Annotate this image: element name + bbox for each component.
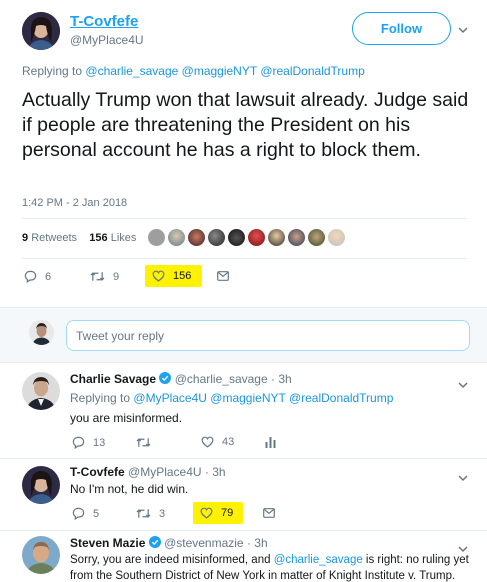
reply-text: you are misinformed.	[70, 411, 183, 425]
like-action[interactable]: 43	[201, 436, 234, 448]
liker-avatar[interactable]	[228, 229, 245, 246]
reply-author-handle[interactable]: @MyPlace4U	[128, 465, 202, 479]
reply-header: T-Covfefe @MyPlace4U · 3h	[70, 465, 226, 479]
retweets-label[interactable]: Retweets	[31, 232, 77, 244]
reply-header: Charlie Savage @charlie_savage · 3h	[70, 372, 292, 386]
reply-count: 13	[93, 436, 106, 449]
follow-button[interactable]: Follow	[352, 12, 451, 45]
mention-link[interactable]: @maggieNYT	[182, 64, 257, 78]
chevron-down-icon[interactable]	[458, 22, 468, 37]
reply-author-handle[interactable]: @charlie_savage	[175, 372, 268, 386]
heart-icon	[200, 507, 213, 519]
liker-avatar[interactable]	[148, 229, 165, 246]
reply-time[interactable]: · 3h	[247, 536, 268, 550]
heart-icon	[201, 436, 214, 448]
likes-count[interactable]: 156	[89, 232, 107, 244]
liker-avatar[interactable]	[248, 229, 265, 246]
reply-author-name[interactable]: Steven Mazie	[70, 536, 145, 550]
analytics-icon	[265, 436, 276, 448]
mention-link[interactable]: @realDonaldTrump	[289, 391, 393, 405]
likes-label[interactable]: Likes	[111, 232, 137, 244]
mention-link[interactable]: @charlie_savage	[274, 554, 363, 566]
direct-message-action[interactable]	[217, 271, 229, 281]
liker-avatar[interactable]	[188, 229, 205, 246]
reply-icon	[72, 507, 85, 520]
divider	[0, 530, 487, 531]
like-action[interactable]: 79	[200, 507, 233, 519]
author-name[interactable]: T-Covfefe	[70, 13, 138, 30]
verified-badge-icon	[148, 536, 161, 548]
liker-avatar[interactable]	[168, 229, 185, 246]
reply-time[interactable]: · 3h	[271, 372, 292, 386]
author-avatar[interactable]	[22, 12, 60, 50]
reply-text-part: is right: no ruling yet	[362, 554, 469, 566]
reply-text-part: Sorry, you are indeed misinformed, and	[70, 554, 274, 566]
tweet-stats: 9 Retweets 156 Likes	[22, 232, 136, 244]
analytics-action[interactable]	[265, 436, 276, 448]
direct-message-action[interactable]	[263, 508, 275, 518]
retweet-count: 9	[113, 270, 120, 283]
reply-avatar[interactable]	[22, 372, 60, 410]
like-action[interactable]: 156	[152, 270, 191, 282]
reply-text: No I'm not, he did win.	[70, 482, 189, 496]
retweets-count[interactable]: 9	[22, 232, 28, 244]
reply-count: 5	[93, 507, 100, 520]
reply-text-line: from the Southern District of New York i…	[70, 570, 456, 582]
verified-badge-icon	[159, 372, 172, 384]
reply-author-name[interactable]: Charlie Savage	[70, 372, 156, 386]
envelope-icon	[217, 271, 229, 281]
replying-to-label: Replying to	[22, 64, 83, 78]
reply-avatar[interactable]	[22, 536, 60, 574]
divider	[22, 218, 467, 219]
retweet-count: 3	[159, 507, 166, 520]
reply-action[interactable]: 6	[24, 270, 51, 283]
reply-time[interactable]: · 3h	[205, 465, 226, 479]
like-count: 43	[222, 436, 235, 448]
author-handle[interactable]: @MyPlace4U	[70, 33, 144, 47]
tweet-text: Actually Trump won that lawsuit already.…	[22, 89, 469, 161]
reply-author-handle[interactable]: @stevenmazie	[164, 536, 244, 550]
reply-avatar[interactable]	[22, 466, 60, 504]
reply-author-name[interactable]: T-Covfefe	[70, 465, 125, 479]
like-count: 79	[221, 507, 234, 519]
liker-avatar[interactable]	[268, 229, 285, 246]
retweet-icon	[90, 270, 105, 283]
mention-link[interactable]: @maggieNYT	[210, 391, 285, 405]
replying-to-label: Replying to	[70, 391, 131, 405]
retweet-action[interactable]: 3	[136, 507, 165, 520]
reply-action[interactable]: 13	[72, 436, 105, 449]
chevron-down-icon[interactable]	[458, 469, 468, 487]
mention-link[interactable]: @charlie_savage	[85, 64, 178, 78]
liker-avatar[interactable]	[328, 229, 345, 246]
reply-count: 6	[45, 270, 52, 283]
retweet-icon	[136, 436, 151, 449]
retweet-icon	[136, 507, 151, 520]
mention-link[interactable]: @MyPlace4U	[133, 391, 207, 405]
user-avatar[interactable]	[29, 320, 54, 345]
like-count: 156	[173, 270, 192, 282]
reply-input[interactable]: Tweet your reply	[66, 320, 470, 351]
retweet-action[interactable]: 9	[90, 270, 119, 283]
retweet-action[interactable]	[136, 436, 159, 449]
liker-avatar[interactable]	[308, 229, 325, 246]
reply-icon	[72, 436, 85, 449]
heart-icon	[152, 270, 165, 282]
chevron-down-icon[interactable]	[458, 376, 468, 394]
tweet-timestamp[interactable]: 1:42 PM - 2 Jan 2018	[22, 197, 127, 209]
reply-header: Steven Mazie @stevenmazie · 3h	[70, 536, 268, 550]
reply-action[interactable]: 5	[72, 507, 99, 520]
mention-link[interactable]: @realDonaldTrump	[260, 64, 364, 78]
divider	[22, 258, 467, 259]
liker-avatars	[148, 229, 345, 246]
divider	[0, 458, 487, 459]
reply-replying-to: Replying to @MyPlace4U @maggieNYT @realD…	[70, 391, 393, 405]
reply-icon	[24, 270, 37, 283]
replying-to: Replying to @charlie_savage @maggieNYT @…	[22, 64, 365, 78]
envelope-icon	[263, 508, 275, 518]
reply-text: Sorry, you are indeed misinformed, and @…	[70, 552, 482, 582]
liker-avatar[interactable]	[288, 229, 305, 246]
liker-avatar[interactable]	[208, 229, 225, 246]
